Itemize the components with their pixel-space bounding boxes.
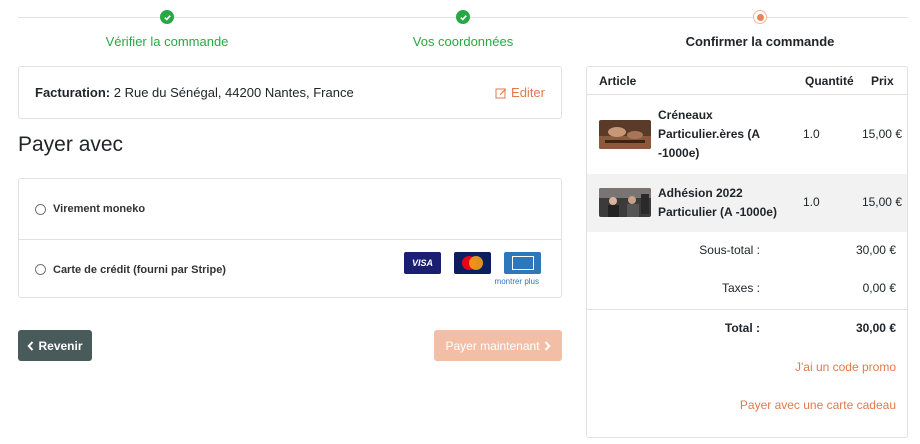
header-price: Prix <box>871 74 894 88</box>
chevron-left-icon <box>27 340 34 351</box>
step-label: Confirmer la commande <box>685 34 835 49</box>
header-quantity: Quantité <box>805 74 854 88</box>
visa-icon: VISA <box>404 252 441 274</box>
amex-icon <box>504 252 541 274</box>
summary-item-row: Créneaux Particulier.ères (A -1000e) 1.0… <box>587 96 907 174</box>
edit-label: Editer <box>511 85 545 100</box>
total-label: Total : <box>724 321 760 335</box>
edit-billing-link[interactable]: Editer <box>495 85 545 100</box>
item-price: 15,00 € <box>861 195 902 209</box>
back-button[interactable]: Revenir <box>18 330 92 361</box>
item-name: Créneaux Particulier.ères (A -1000e) <box>658 108 760 160</box>
payment-method-card[interactable]: Carte de crédit (fourni par Stripe) VISA… <box>19 239 561 299</box>
back-label: Revenir <box>38 338 83 353</box>
mastercard-icon <box>454 252 491 274</box>
chevron-right-icon <box>544 340 551 351</box>
payment-method-transfer[interactable]: Virement moneko <box>19 179 561 239</box>
pay-with-title: Payer avec <box>18 133 124 156</box>
order-summary: Article Quantité Prix Créneaux Particuli… <box>586 66 908 438</box>
billing-info: Facturation: 2 Rue du Sénégal, 44200 Nan… <box>35 85 354 100</box>
taxes-label: Taxes : <box>721 281 760 295</box>
step-label: Vos coordonnées <box>412 34 514 49</box>
step-confirm-order: Confirmer la commande <box>650 8 870 49</box>
payment-methods: Virement moneko Carte de crédit (fourni … <box>18 178 562 298</box>
billing-address: 2 Rue du Sénégal, 44200 Nantes, France <box>113 85 354 100</box>
checkout-progress: Vérifier la commande Vos coordonnées Con… <box>18 8 908 52</box>
step-review-order: Vérifier la commande <box>57 8 277 49</box>
promo-code-link[interactable]: J'ai un code promo <box>795 360 896 374</box>
edit-icon <box>495 88 507 98</box>
card-radio[interactable] <box>35 264 46 275</box>
header-article: Article <box>599 74 637 88</box>
subtotal-value: 30,00 € <box>855 243 896 257</box>
check-icon <box>456 10 470 24</box>
method-label: Virement moneko <box>53 203 146 215</box>
current-step-icon <box>753 10 767 24</box>
step-your-details: Vos coordonnées <box>353 8 573 49</box>
card-logos: VISA <box>404 252 541 274</box>
item-quantity: 1.0 <box>803 195 820 209</box>
product-thumbnail <box>599 188 651 217</box>
item-quantity: 1.0 <box>803 127 820 141</box>
summary-header: Article Quantité Prix <box>587 67 907 95</box>
show-more-link[interactable]: montrer plus <box>495 277 539 286</box>
step-label: Vérifier la commande <box>105 34 229 49</box>
item-name: Adhésion 2022 Particulier (A -1000e) <box>658 186 777 219</box>
pay-label: Payer maintenant <box>445 338 540 353</box>
pay-now-button[interactable]: Payer maintenant <box>434 330 562 361</box>
gift-card-link[interactable]: Payer avec une carte cadeau <box>740 398 896 412</box>
item-price: 15,00 € <box>861 127 902 141</box>
total-value: 30,00 € <box>855 321 896 335</box>
transfer-radio[interactable] <box>35 203 46 215</box>
method-label: Carte de crédit (fourni par Stripe) <box>53 263 226 276</box>
taxes-value: 0,00 € <box>862 281 896 295</box>
summary-item-row: Adhésion 2022 Particulier (A -1000e) 1.0… <box>587 174 907 232</box>
billing-box: Facturation: 2 Rue du Sénégal, 44200 Nan… <box>18 66 562 119</box>
divider <box>587 309 907 310</box>
product-thumbnail <box>599 120 651 149</box>
subtotal-label: Sous-total : <box>699 243 760 257</box>
check-icon <box>160 10 174 24</box>
billing-label: Facturation: <box>35 85 111 100</box>
